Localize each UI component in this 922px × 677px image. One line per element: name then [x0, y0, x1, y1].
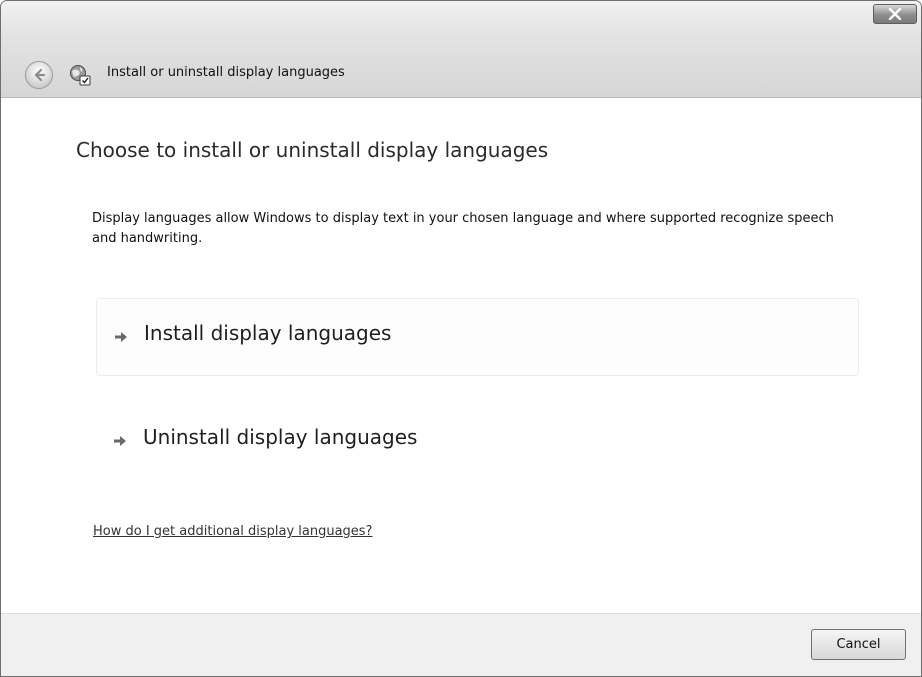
language-globe-icon	[70, 65, 91, 86]
uninstall-languages-label: Uninstall display languages	[143, 425, 418, 449]
title-bar: Install or uninstall display languages	[1, 1, 921, 98]
arrow-right-icon	[114, 436, 126, 446]
back-arrow-icon	[34, 68, 46, 82]
arrow-right-icon	[115, 332, 127, 342]
close-button[interactable]	[873, 4, 917, 24]
content-area: Choose to install or uninstall display l…	[1, 98, 921, 613]
uninstall-languages-option[interactable]: Uninstall display languages	[96, 403, 859, 481]
footer-bar: Cancel	[1, 613, 921, 676]
description-text: Display languages allow Windows to displ…	[92, 211, 834, 246]
dialog-window: Install or uninstall display languages C…	[0, 0, 922, 677]
install-languages-option[interactable]: Install display languages	[96, 298, 859, 376]
cancel-button[interactable]: Cancel	[811, 629, 906, 660]
help-link[interactable]: How do I get additional display language…	[93, 524, 372, 539]
page-heading: Choose to install or uninstall display l…	[76, 138, 549, 162]
window-title: Install or uninstall display languages	[107, 65, 345, 80]
close-icon	[888, 8, 902, 20]
back-button[interactable]	[25, 61, 53, 89]
install-languages-label: Install display languages	[144, 321, 392, 345]
